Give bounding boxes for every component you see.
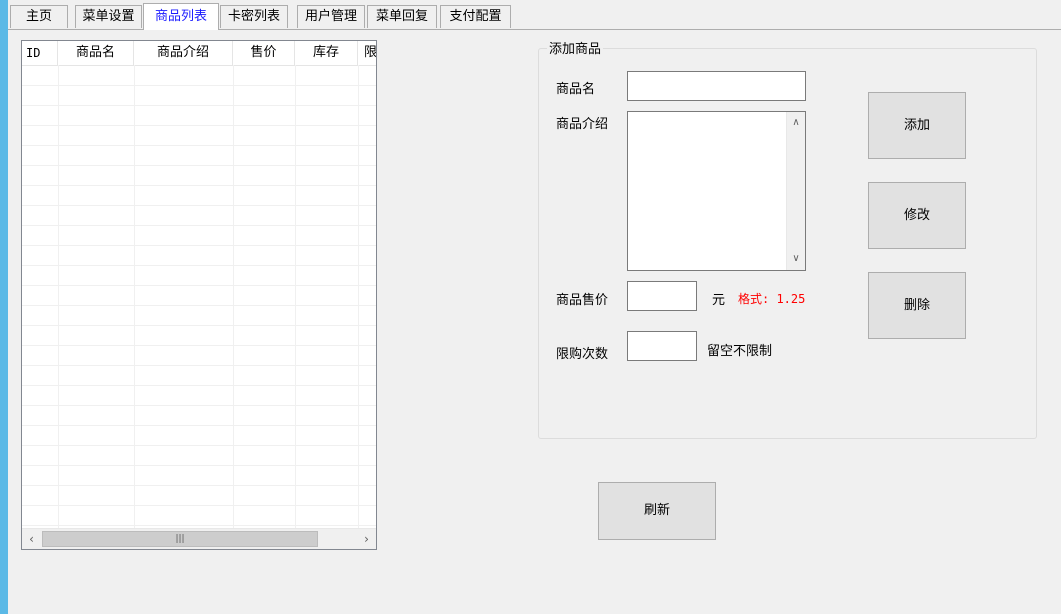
tab-payment-config[interactable]: 支付配置: [440, 5, 511, 28]
tab-menu-reply[interactable]: 菜单回复: [367, 5, 437, 28]
tab-product-list[interactable]: 商品列表: [143, 3, 219, 30]
tab-strip: 主页 菜单设置 商品列表 卡密列表 用户管理 菜单回复 支付配置: [8, 0, 1061, 30]
product-price-input[interactable]: [627, 281, 697, 311]
list-gridline-row: [22, 125, 376, 126]
refresh-button[interactable]: 刷新: [598, 482, 716, 540]
list-gridline-row: [22, 305, 376, 306]
list-gridline-row: [22, 385, 376, 386]
intro-vertical-scrollbar[interactable]: ∧ ∨: [786, 112, 805, 270]
list-gridline-row: [22, 105, 376, 106]
list-gridline-row: [22, 505, 376, 506]
list-gridline-row: [22, 345, 376, 346]
tab-user-management[interactable]: 用户管理: [297, 5, 365, 28]
list-gridline-row: [22, 405, 376, 406]
list-gridline-row: [22, 185, 376, 186]
edit-button[interactable]: 修改: [868, 182, 966, 249]
list-gridline-row: [22, 465, 376, 466]
column-header-limit[interactable]: 限: [358, 41, 376, 65]
list-gridline-row: [22, 165, 376, 166]
list-gridline-row: [22, 525, 376, 526]
list-gridline-column: [295, 65, 296, 529]
main-window: 主页 菜单设置 商品列表 卡密列表 用户管理 菜单回复 支付配置 ID 商品名 …: [8, 0, 1061, 614]
price-unit-label: 元: [712, 293, 726, 308]
delete-button[interactable]: 删除: [868, 272, 966, 339]
product-name-label: 商品名: [556, 82, 596, 97]
list-gridline-row: [22, 225, 376, 226]
list-header: ID 商品名 商品介绍 售价 库存 限: [22, 41, 376, 66]
scroll-left-icon[interactable]: ‹: [22, 530, 41, 548]
list-gridline-row: [22, 285, 376, 286]
tab-home[interactable]: 主页: [10, 5, 68, 28]
list-gridline-column: [358, 65, 359, 529]
purchase-limit-hint: 留空不限制: [707, 344, 773, 359]
tab-menu-settings[interactable]: 菜单设置: [75, 5, 142, 28]
list-gridline-column: [134, 65, 135, 529]
list-gridline-row: [22, 365, 376, 366]
column-header-price[interactable]: 售价: [233, 41, 295, 65]
list-gridline-row: [22, 245, 376, 246]
product-intro-textarea[interactable]: ∧ ∨: [627, 111, 806, 271]
list-gridline-row: [22, 145, 376, 146]
list-gridline-row: [22, 265, 376, 266]
list-gridline-row: [22, 85, 376, 86]
column-header-name[interactable]: 商品名: [58, 41, 134, 65]
purchase-limit-input[interactable]: [627, 331, 697, 361]
product-list-view[interactable]: ID 商品名 商品介绍 售价 库存 限 ‹ ||| ›: [21, 40, 377, 550]
column-header-stock[interactable]: 库存: [295, 41, 358, 65]
column-header-intro[interactable]: 商品介绍: [134, 41, 233, 65]
purchase-limit-label: 限购次数: [556, 347, 609, 362]
scroll-right-icon[interactable]: ›: [357, 530, 376, 548]
add-product-group-title: 添加商品: [547, 38, 604, 57]
product-price-label: 商品售价: [556, 293, 609, 308]
horizontal-scrollbar[interactable]: ‹ ||| ›: [22, 528, 376, 549]
list-gridline-column: [233, 65, 234, 529]
list-gridline-row: [22, 425, 376, 426]
price-format-hint: 格式: 1.25: [738, 292, 806, 306]
list-gridline-row: [22, 205, 376, 206]
scroll-thumb[interactable]: |||: [42, 531, 318, 547]
scroll-down-icon[interactable]: ∨: [787, 250, 805, 268]
product-intro-label: 商品介绍: [556, 117, 609, 132]
column-header-id[interactable]: ID: [22, 41, 58, 65]
add-button[interactable]: 添加: [868, 92, 966, 159]
list-gridline-row: [22, 325, 376, 326]
product-name-input[interactable]: [627, 71, 806, 101]
list-gridline-row: [22, 485, 376, 486]
list-gridline-row: [22, 445, 376, 446]
tab-card-list[interactable]: 卡密列表: [220, 5, 288, 28]
list-gridline-column: [58, 65, 59, 529]
scroll-up-icon[interactable]: ∧: [787, 114, 805, 132]
